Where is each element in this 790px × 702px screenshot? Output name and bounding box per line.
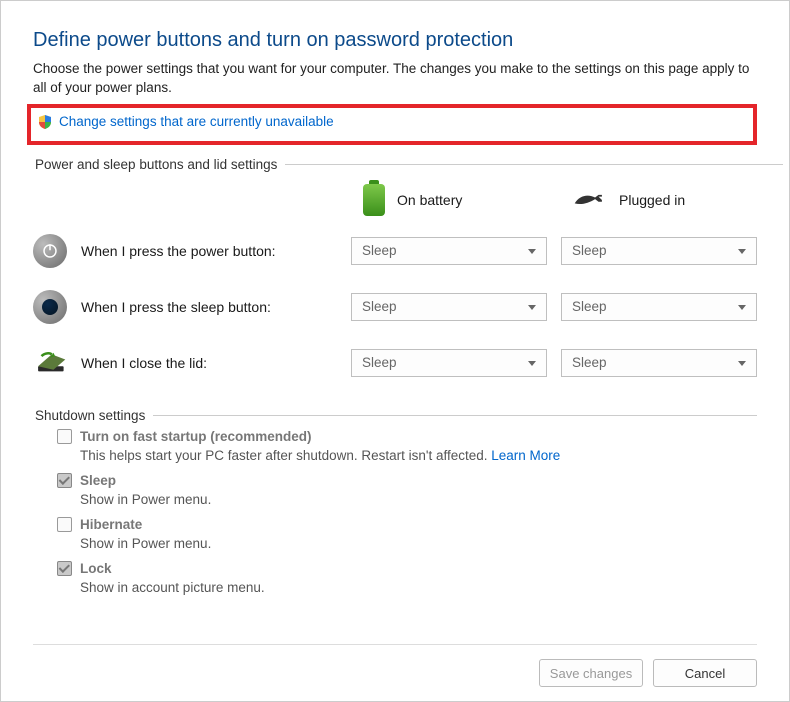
page-subtitle: Choose the power settings that you want … [33, 60, 757, 98]
fast-startup-sub: This helps start your PC faster after sh… [80, 448, 491, 463]
highlight-change-settings: Change settings that are currently unava… [27, 104, 757, 145]
battery-icon [363, 184, 385, 216]
fast-startup-label: Turn on fast startup (recommended) [80, 429, 312, 444]
sd-sleep: Sleep Show in Power menu. [57, 473, 757, 507]
row-power-button-label: When I press the power button: [81, 243, 351, 259]
power-button-battery-select[interactable]: Sleep [351, 237, 547, 265]
plug-icon [573, 191, 607, 209]
row-sleep-button: When I press the sleep button: Sleep Sle… [33, 290, 783, 324]
cancel-button[interactable]: Cancel [653, 659, 757, 687]
hibernate-checkbox[interactable] [57, 517, 72, 532]
sleep-label: Sleep [80, 473, 116, 488]
lock-checkbox[interactable] [57, 561, 72, 576]
group-power-sleep-lid: Power and sleep buttons and lid settings… [33, 157, 783, 388]
sd-fast-startup: Turn on fast startup (recommended) This … [57, 429, 757, 463]
row-close-lid-label: When I close the lid: [81, 355, 351, 371]
fast-startup-checkbox[interactable] [57, 429, 72, 444]
learn-more-link[interactable]: Learn More [491, 448, 560, 463]
lock-sub: Show in account picture menu. [80, 580, 757, 595]
footer: Save changes Cancel [33, 644, 757, 701]
group-power-sleep-lid-legend: Power and sleep buttons and lid settings [33, 157, 285, 172]
sleep-button-icon [33, 290, 67, 324]
sleep-checkbox[interactable] [57, 473, 72, 488]
group-shutdown-settings-legend: Shutdown settings [33, 408, 153, 423]
page-title: Define power buttons and turn on passwor… [33, 29, 757, 52]
sleep-button-plugged-select[interactable]: Sleep [561, 293, 757, 321]
row-sleep-button-label: When I press the sleep button: [81, 299, 351, 315]
shield-icon [37, 114, 53, 130]
change-settings-link[interactable]: Change settings that are currently unava… [59, 114, 334, 129]
sleep-button-battery-select[interactable]: Sleep [351, 293, 547, 321]
row-power-button: When I press the power button: Sleep Sle… [33, 234, 783, 268]
sleep-sub: Show in Power menu. [80, 492, 757, 507]
column-on-battery: On battery [397, 192, 462, 208]
power-button-plugged-select[interactable]: Sleep [561, 237, 757, 265]
group-shutdown-settings: Shutdown settings Turn on fast startup (… [33, 408, 757, 605]
save-changes-button[interactable]: Save changes [539, 659, 643, 687]
column-plugged-in: Plugged in [619, 192, 685, 208]
hibernate-sub: Show in Power menu. [80, 536, 757, 551]
close-lid-battery-select[interactable]: Sleep [351, 349, 547, 377]
power-button-icon [33, 234, 67, 268]
sd-lock: Lock Show in account picture menu. [57, 561, 757, 595]
close-lid-plugged-select[interactable]: Sleep [561, 349, 757, 377]
row-close-lid: When I close the lid: Sleep Sleep [33, 346, 783, 380]
lock-label: Lock [80, 561, 112, 576]
lid-icon [33, 346, 67, 380]
hibernate-label: Hibernate [80, 517, 142, 532]
sd-hibernate: Hibernate Show in Power menu. [57, 517, 757, 551]
